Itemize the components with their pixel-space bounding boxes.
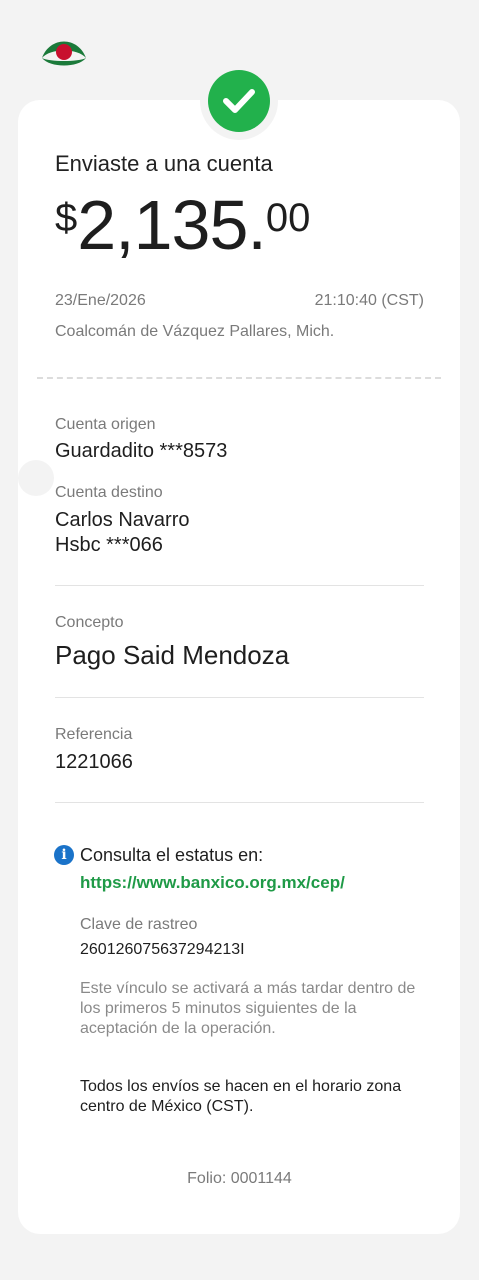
timezone-note: Todos los envíos se hacen en el horario … — [80, 1078, 402, 1115]
amount-whole: 2,135. — [77, 186, 267, 264]
divider — [55, 585, 424, 586]
dest-name: Carlos Navarro — [55, 509, 190, 531]
status-link[interactable]: https://www.banxico.org.mx/cep/ — [80, 873, 345, 893]
status-text: Consulta el estatus en: — [80, 845, 264, 865]
ticket-divider — [37, 377, 441, 379]
tracking-value: 2601260756372942​13I — [80, 941, 245, 958]
receipt-title: Enviaste a una cuenta — [55, 151, 273, 176]
activation-note: Este vínculo se activará a más tardar de… — [80, 980, 416, 1037]
divider — [55, 802, 424, 803]
dest-account: Hsbc ***066 — [55, 534, 163, 556]
folio: Folio: 0001144 — [187, 1170, 292, 1187]
concept-label: Concepto — [55, 614, 124, 631]
banco-logo-icon — [42, 41, 86, 66]
concept-value: Pago Said Mendoza — [55, 640, 290, 670]
transfer-date: 23/Ene/2026 — [55, 292, 146, 309]
tracking-label: Clave de rastreo — [80, 916, 198, 933]
info-icon: i — [54, 845, 74, 865]
reference-label: Referencia — [55, 726, 133, 743]
origin-label: Cuenta origen — [55, 416, 156, 433]
transfer-location: Coalcomán de Vázquez Pallares, Mich. — [55, 323, 335, 340]
ticket-notch-left — [18, 460, 54, 496]
origin-value: Guardadito ***8573 — [55, 440, 228, 462]
amount-cents: 00 — [265, 196, 311, 240]
dest-label: Cuenta destino — [55, 484, 163, 501]
amount: $2,135.00 — [55, 190, 310, 260]
transfer-time: 21:10:40 (CST) — [314, 292, 424, 309]
check-circle-icon — [208, 70, 270, 132]
ticket-notch-right — [460, 460, 479, 496]
amount-currency: $ — [55, 196, 78, 240]
reference-value: 1221066 — [55, 751, 133, 773]
divider — [55, 697, 424, 698]
